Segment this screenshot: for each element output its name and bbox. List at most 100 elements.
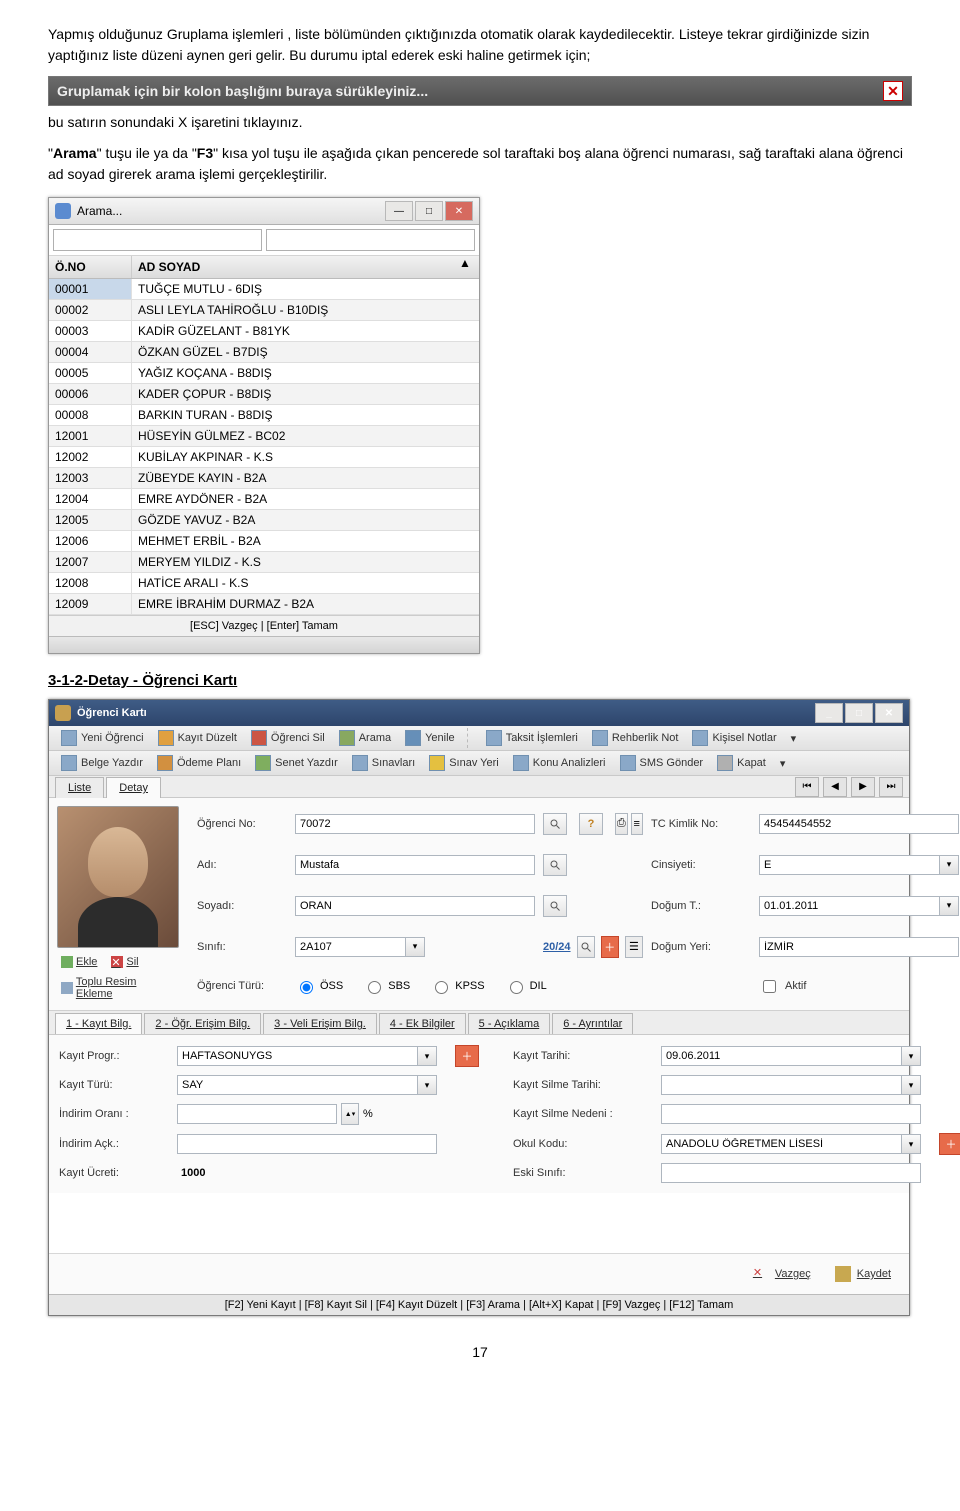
fld-cinsiyet-input[interactable] bbox=[759, 855, 940, 875]
fld-kst[interactable] bbox=[661, 1075, 902, 1095]
sinif-count[interactable]: 20/24 bbox=[543, 941, 571, 953]
fld-eski[interactable] bbox=[661, 1163, 921, 1183]
tb-edit[interactable]: Kayıt Düzelt bbox=[152, 728, 243, 748]
table-row[interactable]: 12007MERYEM YILDIZ - K.S bbox=[49, 552, 479, 573]
fld-io[interactable] bbox=[177, 1104, 337, 1124]
app-close[interactable]: ✕ bbox=[875, 703, 903, 723]
fld-adi[interactable] bbox=[295, 855, 535, 875]
tb-sinavlari[interactable]: Sınavları bbox=[346, 753, 421, 773]
table-row[interactable]: 12003ZÜBEYDE KAYIN - B2A bbox=[49, 468, 479, 489]
bottom-scrollbar[interactable] bbox=[49, 636, 479, 653]
tb-odeme[interactable]: Ödeme Planı bbox=[151, 753, 247, 773]
table-row[interactable]: 00001TUĞÇE MUTLU - 6DIŞ bbox=[49, 279, 479, 300]
col-name[interactable]: AD SOYAD bbox=[132, 256, 459, 278]
subtab-6[interactable]: 6 - Ayrıntılar bbox=[552, 1013, 633, 1034]
btn-vazgec[interactable]: ✕Vazgeç bbox=[753, 1266, 811, 1282]
nav-last[interactable]: ⏭ bbox=[879, 777, 903, 797]
table-row[interactable]: 00002ASLI LEYLA TAHİROĞLU - B10DIŞ bbox=[49, 300, 479, 321]
sinif-list[interactable]: ☰ bbox=[625, 936, 643, 958]
fld-kp[interactable] bbox=[177, 1046, 418, 1066]
kp-chevron[interactable]: ▾ bbox=[418, 1046, 437, 1066]
fld-cinsiyet[interactable]: ▾ bbox=[759, 855, 959, 875]
fld-okul[interactable] bbox=[661, 1134, 902, 1154]
tb-senet[interactable]: Senet Yazdır bbox=[249, 753, 344, 773]
table-row[interactable]: 00003KADİR GÜZELANT - B81YK bbox=[49, 321, 479, 342]
radio-sbs-input[interactable] bbox=[368, 981, 381, 994]
search-no-input[interactable] bbox=[53, 229, 262, 251]
table-row[interactable]: 12001HÜSEYİN GÜLMEZ - BC02 bbox=[49, 426, 479, 447]
tb-taksit[interactable]: Taksit İşlemleri bbox=[480, 728, 584, 748]
kp-add[interactable]: ＋ bbox=[455, 1045, 479, 1067]
app-maximize[interactable]: □ bbox=[845, 703, 873, 723]
kt-chevron[interactable]: ▾ bbox=[902, 1046, 921, 1066]
table-row[interactable]: 00005YAĞIZ KOÇANA - B8DIŞ bbox=[49, 363, 479, 384]
tb-sms[interactable]: SMS Gönder bbox=[614, 753, 710, 773]
table-row[interactable]: 00008BARKIN TURAN - B8DIŞ bbox=[49, 405, 479, 426]
fld-ogrno[interactable] bbox=[295, 814, 535, 834]
bulk-photo[interactable]: Toplu Resim Ekleme bbox=[57, 974, 179, 1002]
fld-ksn[interactable] bbox=[661, 1104, 921, 1124]
search-name-input[interactable] bbox=[266, 229, 475, 251]
nav-prev[interactable]: ◀ bbox=[823, 777, 847, 797]
chk-aktif[interactable] bbox=[763, 980, 776, 993]
table-row[interactable]: 00006KADER ÇOPUR - B8DIŞ bbox=[49, 384, 479, 405]
radio-dil[interactable]: DIL bbox=[505, 978, 547, 994]
app-minimize[interactable]: _ bbox=[815, 703, 843, 723]
minimize-button[interactable]: — bbox=[385, 201, 413, 221]
ktur-chevron[interactable]: ▾ bbox=[418, 1075, 437, 1095]
io-spinner[interactable]: ▲▾ bbox=[341, 1103, 359, 1125]
table-row[interactable]: 12002KUBİLAY AKPINAR - K.S bbox=[49, 447, 479, 468]
scroll-up[interactable]: ▲ bbox=[459, 256, 479, 278]
col-no[interactable]: Ö.NO bbox=[49, 256, 132, 278]
tb-search[interactable]: Arama bbox=[333, 728, 397, 748]
maximize-button[interactable]: □ bbox=[415, 201, 443, 221]
close-button[interactable]: ✕ bbox=[445, 201, 473, 221]
fld-dogumyeri[interactable] bbox=[759, 937, 959, 957]
lookup-adi[interactable] bbox=[543, 854, 567, 876]
tb-refresh[interactable]: Yenile bbox=[399, 728, 461, 748]
okul-add[interactable]: ＋ bbox=[939, 1133, 960, 1155]
tb-chevron[interactable]: ▾ bbox=[785, 730, 803, 747]
subtab-1[interactable]: 1 - Kayıt Bilg. bbox=[55, 1013, 142, 1034]
lookup-soyadi[interactable] bbox=[543, 895, 567, 917]
subtab-4[interactable]: 4 - Ek Bilgiler bbox=[379, 1013, 466, 1034]
table-row[interactable]: 00004ÖZKAN GÜZEL - B7DIŞ bbox=[49, 342, 479, 363]
radio-kpss[interactable]: KPSS bbox=[430, 978, 484, 994]
student-photo[interactable] bbox=[57, 806, 179, 948]
subtab-2[interactable]: 2 - Öğr. Erişim Bilg. bbox=[144, 1013, 261, 1034]
photo-add[interactable]: Ekle bbox=[57, 954, 101, 970]
tb-konu[interactable]: Konu Analizleri bbox=[507, 753, 612, 773]
nav-next[interactable]: ▶ bbox=[851, 777, 875, 797]
lookup-ogrno[interactable] bbox=[543, 813, 567, 835]
sinif-add[interactable]: ＋ bbox=[601, 936, 619, 958]
sinif-lookup[interactable] bbox=[577, 936, 595, 958]
close-icon[interactable]: ✕ bbox=[883, 81, 903, 101]
photo-del[interactable]: ✕Sil bbox=[107, 954, 142, 970]
tb-sinavyeri[interactable]: Sınav Yeri bbox=[423, 753, 505, 773]
okul-chevron[interactable]: ▾ bbox=[902, 1134, 921, 1154]
fld-sinifi[interactable] bbox=[295, 937, 406, 957]
table-row[interactable]: 12006MEHMET ERBİL - B2A bbox=[49, 531, 479, 552]
radio-dil-input[interactable] bbox=[510, 981, 523, 994]
table-row[interactable]: 12005GÖZDE YAVUZ - B2A bbox=[49, 510, 479, 531]
extra1[interactable]: ⎙ bbox=[615, 813, 628, 835]
table-row[interactable]: 12009EMRE İBRAHİM DURMAZ - B2A bbox=[49, 594, 479, 615]
fld-dogumt-input[interactable] bbox=[759, 896, 940, 916]
tab-liste[interactable]: Liste bbox=[55, 777, 104, 798]
nav-first[interactable]: ⏮ bbox=[795, 777, 819, 797]
tb-belge[interactable]: Belge Yazdır bbox=[55, 753, 149, 773]
table-row[interactable]: 12008HATİCE ARALI - K.S bbox=[49, 573, 479, 594]
tb-rehberlik[interactable]: Rehberlik Not bbox=[586, 728, 685, 748]
sinif-chevron[interactable]: ▾ bbox=[406, 937, 425, 957]
fld-kt[interactable] bbox=[661, 1046, 902, 1066]
subtab-5[interactable]: 5 - Açıklama bbox=[468, 1013, 551, 1034]
fld-tc[interactable] bbox=[759, 814, 959, 834]
tb-kapat[interactable]: Kapat bbox=[711, 753, 772, 773]
chevron-down-icon[interactable]: ▾ bbox=[940, 855, 959, 875]
fld-ia[interactable] bbox=[177, 1134, 437, 1154]
chevron-down-icon-2[interactable]: ▾ bbox=[940, 896, 959, 916]
radio-oss-input[interactable] bbox=[300, 981, 313, 994]
kst-chevron[interactable]: ▾ bbox=[902, 1075, 921, 1095]
radio-sbs[interactable]: SBS bbox=[363, 978, 410, 994]
tb-chevron2[interactable]: ▾ bbox=[774, 755, 792, 772]
